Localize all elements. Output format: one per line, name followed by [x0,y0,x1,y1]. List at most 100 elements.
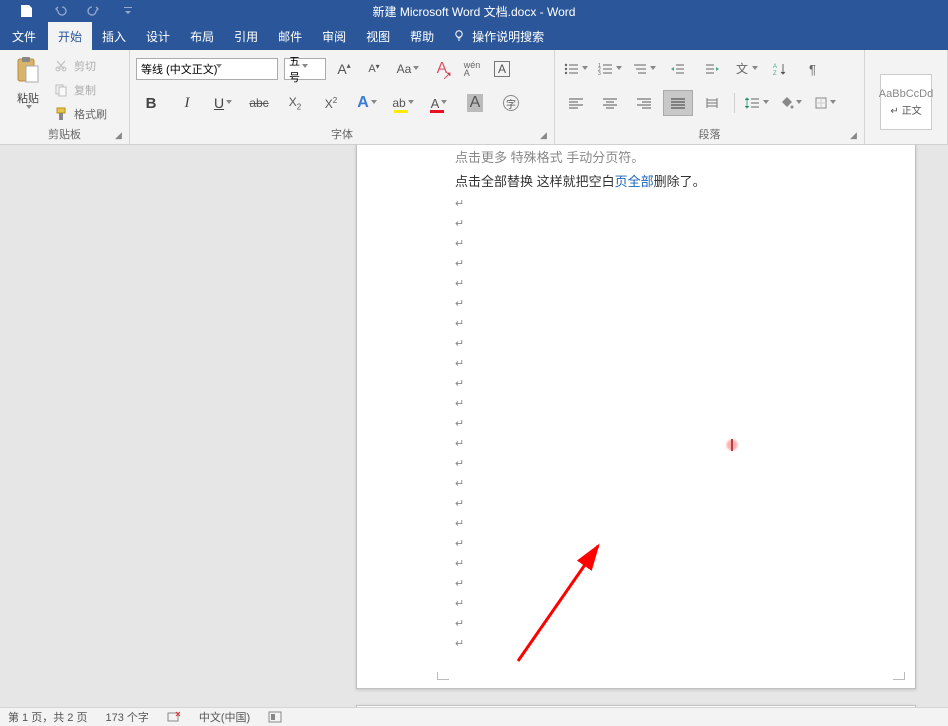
dialog-launcher-icon[interactable]: ◢ [850,130,862,142]
tab-mailings[interactable]: 邮件 [268,22,312,50]
group-clipboard: 粘贴 剪切 复制 格式刷 剪贴板 ◢ [0,50,130,144]
text-effects-button[interactable]: A [352,90,382,116]
separator [734,93,735,113]
copy-button[interactable]: 复制 [54,80,107,100]
cut-button[interactable]: 剪切 [54,56,107,76]
lightbulb-icon [452,29,466,43]
asian-layout-button[interactable]: 文 [731,56,761,82]
quick-access-toolbar [0,3,136,19]
line-spacing-button[interactable] [742,90,772,116]
underline-button[interactable]: U [208,90,238,116]
title-bar: 新建 Microsoft Word 文档.docx - Word [0,0,948,22]
doc-line-2: 点击全部替换 这样就把空白页全部删除了。 [455,170,895,194]
clear-formatting-button[interactable]: A [430,56,454,82]
sort-button[interactable]: AZ [765,56,795,82]
tab-layout[interactable]: 布局 [180,22,224,50]
scissors-icon [54,59,68,73]
dialog-launcher-icon[interactable]: ◢ [540,130,552,142]
font-color-button[interactable]: A [424,90,454,116]
status-page-info[interactable]: 第 1 页，共 2 页 [8,709,87,725]
group-label-clipboard: 剪贴板 [0,126,129,142]
svg-text:文: 文 [736,62,748,76]
format-painter-icon [54,107,68,121]
tab-file[interactable]: 文件 [0,22,48,50]
tab-home[interactable]: 开始 [48,22,92,50]
page-1[interactable]: 点击更多 特殊格式 手动分页符。 点击全部替换 这样就把空白页全部删除了。 ↵↵… [356,145,916,689]
align-justify-button[interactable] [663,90,693,116]
show-hide-marks-button[interactable]: ¶ [799,56,829,82]
distributed-button[interactable] [697,90,727,116]
status-word-count[interactable]: 173 个字 [105,709,148,725]
ribbon: 粘贴 剪切 复制 格式刷 剪贴板 ◢ [0,50,948,145]
enclose-characters-button[interactable]: 字 [496,90,526,116]
italic-button[interactable]: I [172,90,202,116]
doc-line-1: 点击更多 特殊格式 手动分页符。 [455,146,895,170]
format-painter-label: 格式刷 [74,106,107,122]
margin-marker [893,672,905,680]
svg-text:A: A [773,64,777,70]
borders-button[interactable] [810,90,840,116]
increase-indent-button[interactable] [697,56,727,82]
annotation-arrow-icon [513,536,613,666]
style-preview-name: ↵ 正文 [890,102,921,117]
paste-icon [13,54,43,88]
group-font: 等线 (中文正文) 五号 A▴ A▾ Aa A wénA A B I U abc [130,50,555,144]
font-name-select[interactable]: 等线 (中文正文) [136,58,278,80]
svg-text:Z: Z [773,71,777,76]
bold-button[interactable]: B [136,90,166,116]
search-placeholder: 操作说明搜索 [472,28,544,45]
qat-customize-icon[interactable] [120,3,136,19]
group-paragraph: 123 文 AZ ¶ 段落 ◢ [555,50,865,144]
align-left-button[interactable] [561,90,591,116]
font-size-value: 五号 [289,53,303,85]
tell-me-search[interactable]: 操作说明搜索 [452,28,544,45]
character-shading-button[interactable]: A [460,90,490,116]
copy-label: 复制 [74,82,96,98]
phonetic-guide-button[interactable]: wénA [460,56,484,82]
tab-references[interactable]: 引用 [224,22,268,50]
tab-design[interactable]: 设计 [136,22,180,50]
save-icon[interactable] [18,3,34,19]
change-case-button[interactable]: Aa [392,56,424,82]
window-title: 新建 Microsoft Word 文档.docx - Word [373,3,576,20]
multilevel-list-button[interactable] [629,56,659,82]
bullet-list-button[interactable] [561,56,591,82]
tab-view[interactable]: 视图 [356,22,400,50]
paste-button[interactable]: 粘贴 [6,54,50,124]
svg-text:3: 3 [598,71,601,76]
superscript-button[interactable]: X2 [316,90,346,116]
svg-text:¶: ¶ [809,62,816,76]
doc-link[interactable]: 页全部 [615,174,654,189]
copy-icon [54,83,68,97]
status-bar: 第 1 页，共 2 页 173 个字 中文(中国) [0,707,948,726]
spellcheck-icon[interactable] [167,710,181,724]
format-painter-button[interactable]: 格式刷 [54,104,107,124]
highlight-button[interactable]: ab [388,90,418,116]
style-normal[interactable]: AaBbCcDd ↵ 正文 [880,74,932,130]
decrease-indent-button[interactable] [663,56,693,82]
undo-icon[interactable] [52,3,68,19]
tab-insert[interactable]: 插入 [92,22,136,50]
shading-button[interactable] [776,90,806,116]
redo-icon[interactable] [86,3,102,19]
style-preview-chars: AaBbCcDd [879,88,933,100]
macro-recording-icon[interactable] [268,710,282,724]
document-area[interactable]: 点击更多 特殊格式 手动分页符。 点击全部替换 这样就把空白页全部删除了。 ↵↵… [0,145,948,707]
font-size-select[interactable]: 五号 [284,58,326,80]
chevron-down-icon [216,64,222,68]
strikethrough-button[interactable]: abc [244,90,274,116]
tab-help[interactable]: 帮助 [400,22,444,50]
grow-font-button[interactable]: A▴ [332,56,356,82]
cut-label: 剪切 [74,58,96,74]
align-center-button[interactable] [595,90,625,116]
align-right-button[interactable] [629,90,659,116]
tab-review[interactable]: 审阅 [312,22,356,50]
subscript-button[interactable]: X2 [280,90,310,116]
numbered-list-button[interactable]: 123 [595,56,625,82]
document-text[interactable]: 点击更多 特殊格式 手动分页符。 点击全部替换 这样就把空白页全部删除了。 [455,146,895,194]
shrink-font-button[interactable]: A▾ [362,56,386,82]
status-language[interactable]: 中文(中国) [199,709,250,725]
character-border-button[interactable]: A [490,56,514,82]
dialog-launcher-icon[interactable]: ◢ [115,130,127,142]
margin-marker [437,672,449,680]
